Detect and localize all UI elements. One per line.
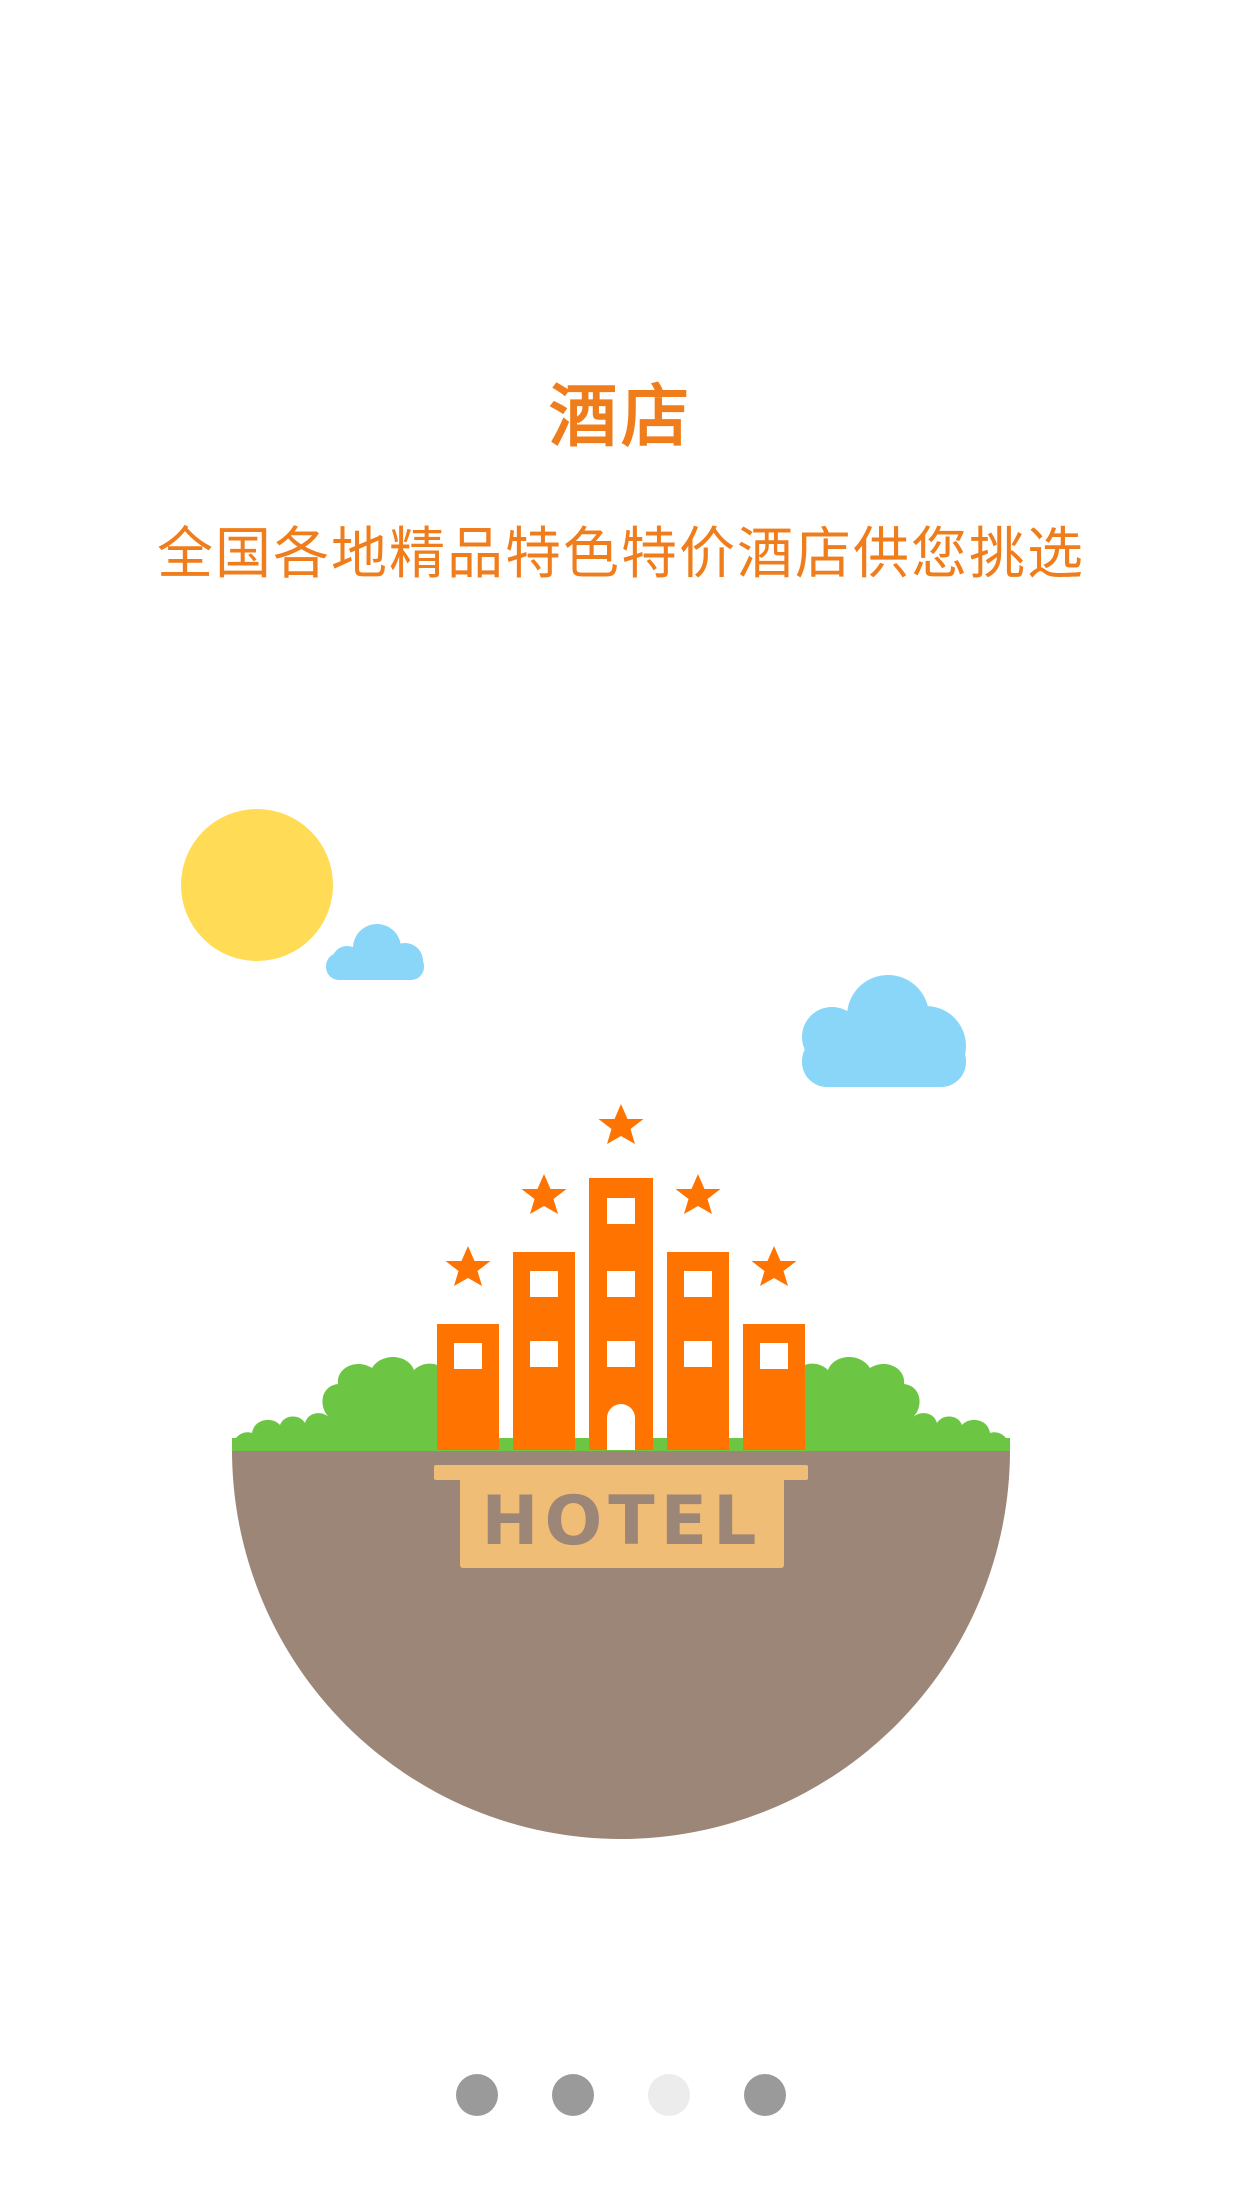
onboarding-page[interactable]: 酒店 全国各地精品特色特价酒店供您挑选 HOTEL	[0, 0, 1242, 2208]
hotel-sign: HOTEL	[434, 1465, 808, 1568]
cloud-icon	[326, 924, 424, 980]
page-dot[interactable]	[552, 2074, 594, 2116]
hotel-sign-text: HOTEL	[482, 1482, 763, 1561]
star-icon	[751, 1246, 797, 1286]
page-indicator	[0, 2073, 1242, 2117]
cloud-icon	[802, 975, 966, 1087]
page-title: 酒店	[548, 378, 693, 457]
page-subtitle: 全国各地精品特色特价酒店供您挑选	[157, 522, 1085, 587]
hotel-illustration: HOTEL	[181, 809, 1010, 1839]
page-dot[interactable]	[456, 2074, 498, 2116]
star-icon	[675, 1174, 721, 1214]
page-dot[interactable]	[744, 2074, 786, 2116]
sun-icon	[181, 809, 333, 961]
star-icon	[445, 1246, 491, 1286]
page-dot-active[interactable]	[648, 2074, 690, 2116]
star-icon	[521, 1174, 567, 1214]
star-icon	[598, 1104, 644, 1144]
hotel-buildings	[437, 1178, 805, 1450]
